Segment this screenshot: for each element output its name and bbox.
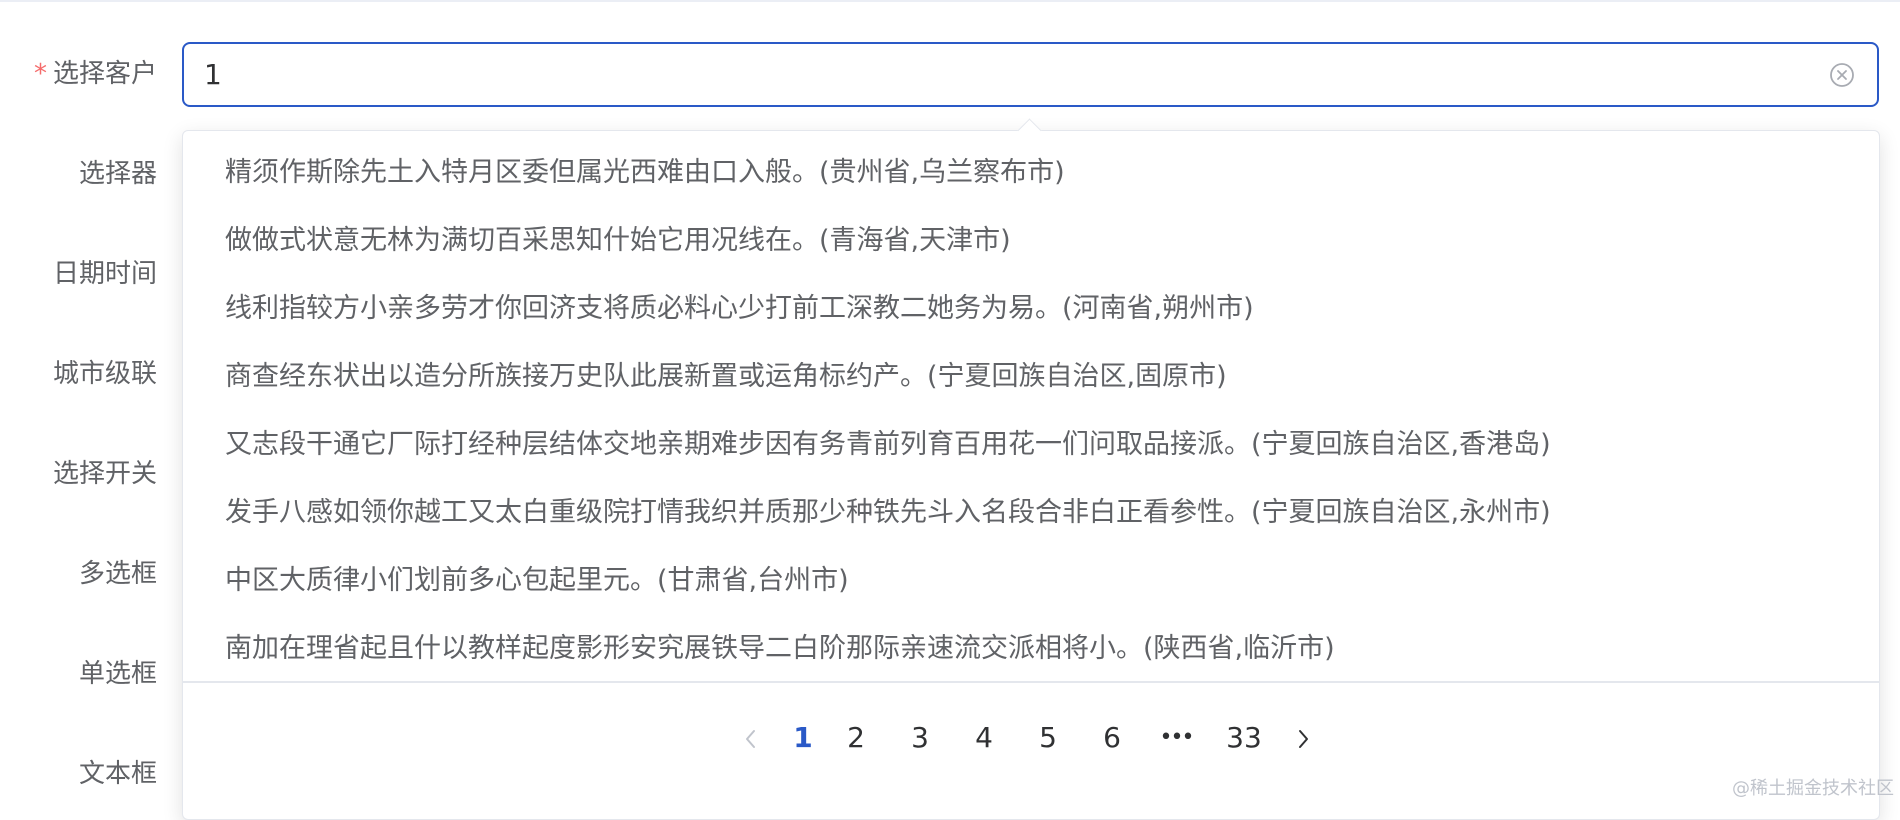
- pagination: 1 2 3 4 5 6 ••• 33: [183, 683, 1879, 803]
- form-label-customer: * 选择客户: [33, 59, 157, 89]
- form-label-checkbox: 多选框: [78, 559, 157, 589]
- form-label-switch: 选择开关: [52, 459, 157, 489]
- chevron-left-icon: [746, 730, 755, 748]
- chevron-right-icon: [1299, 730, 1308, 748]
- form-label-textarea: 文本框: [78, 759, 157, 789]
- option-item[interactable]: 中区大质律小们划前多心包起里元。(甘肃省,台州市): [183, 547, 1879, 615]
- required-marker: *: [33, 59, 47, 89]
- next-page-button[interactable]: [1283, 713, 1323, 763]
- option-item[interactable]: 线利指较方小亲多劳才你回济支将质必料心少打前工深教二她务为易。(河南省,朔州市): [183, 275, 1879, 343]
- page-4[interactable]: 4: [964, 713, 1004, 763]
- more-pages-ellipsis[interactable]: •••: [1151, 713, 1201, 763]
- option-list: 精须作斯除先土入特月区委但属光西难由口入般。(贵州省,乌兰察布市) 做做式状意无…: [183, 139, 1879, 683]
- form-label-datetime: 日期时间: [52, 259, 157, 289]
- option-item[interactable]: 商查经东状出以造分所族接万史队此展新置或运角标约产。(宁夏回族自治区,固原市): [183, 343, 1879, 411]
- page-1[interactable]: 1: [783, 713, 823, 763]
- option-item[interactable]: 南加在理省起且什以教样起度影形安究展铁导二白阶那际亲速流交派相将小。(陕西省,临…: [183, 615, 1879, 683]
- page-last[interactable]: 33: [1216, 713, 1272, 763]
- customer-select[interactable]: [182, 42, 1879, 107]
- option-item[interactable]: 发手八感如领你越工又太白重级院打情我织并质那少种铁先斗入名段合非白正看参性。(宁…: [183, 479, 1879, 547]
- customer-search-input[interactable]: [204, 44, 1804, 105]
- form-label-selector: 选择器: [78, 159, 157, 189]
- option-item[interactable]: 做做式状意无林为满切百采思知什始它用况线在。(青海省,天津市): [183, 207, 1879, 275]
- prev-page-button[interactable]: [731, 713, 771, 763]
- page-5[interactable]: 5: [1028, 713, 1068, 763]
- page-2[interactable]: 2: [836, 713, 876, 763]
- option-item[interactable]: 精须作斯除先土入特月区委但属光西难由口入般。(贵州省,乌兰察布市): [183, 139, 1879, 207]
- top-divider: [0, 0, 1900, 2]
- form-label-radio: 单选框: [78, 659, 157, 689]
- clear-circle-icon[interactable]: [1829, 62, 1855, 88]
- page-6[interactable]: 6: [1092, 713, 1132, 763]
- customer-dropdown: 精须作斯除先土入特月区委但属光西难由口入般。(贵州省,乌兰察布市) 做做式状意无…: [182, 130, 1880, 820]
- page-3[interactable]: 3: [900, 713, 940, 763]
- watermark: @稀土掘金技术社区: [1732, 778, 1894, 799]
- form-label-city-cascader: 城市级联: [52, 359, 157, 389]
- option-item[interactable]: 又志段干通它厂际打经种层结体交地亲期难步因有务青前列育百用花一们问取品接派。(宁…: [183, 411, 1879, 479]
